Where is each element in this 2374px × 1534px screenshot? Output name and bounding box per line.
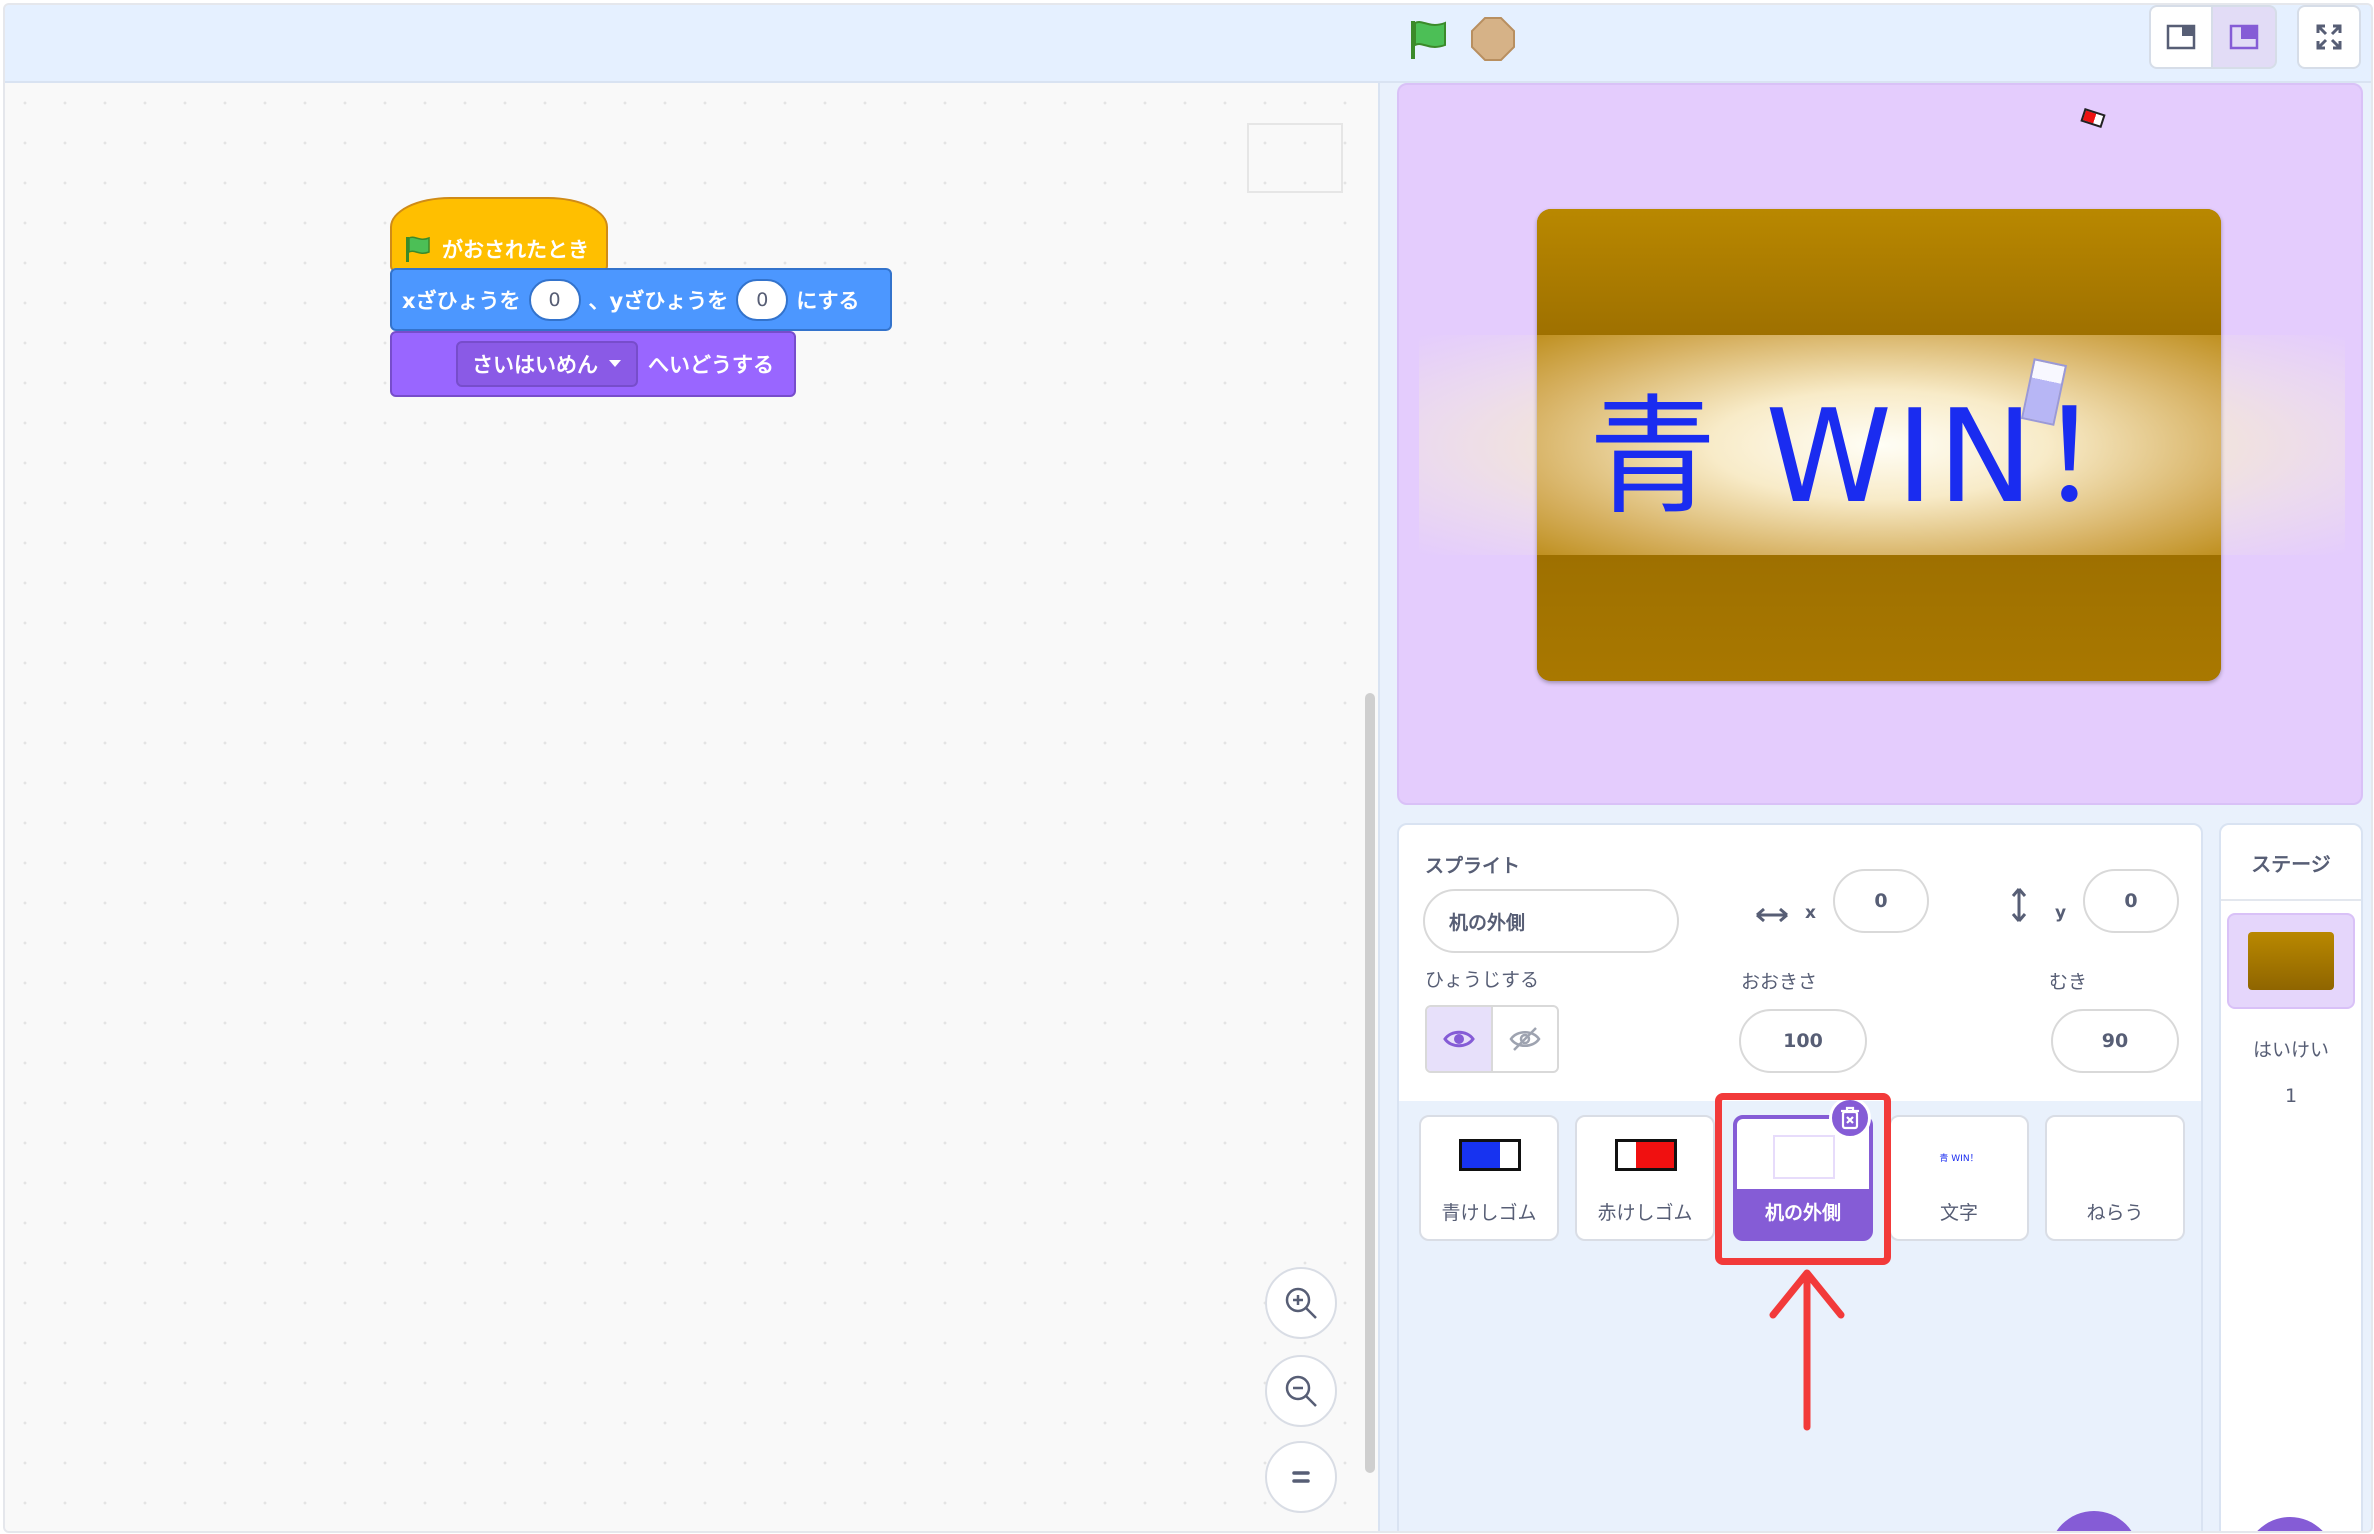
desk-top-edge: [1537, 209, 2221, 337]
stage-canvas[interactable]: 青 WIN！: [1397, 83, 2363, 805]
layer-dropdown[interactable]: さいはいめん: [456, 341, 638, 387]
top-bar: [5, 5, 2371, 83]
zoom-in-icon: [1285, 1287, 1317, 1319]
win-banner-text: 青 WIN！: [1588, 382, 2170, 532]
fullscreen-button[interactable]: [2297, 5, 2361, 69]
direction-field[interactable]: 90: [2051, 1009, 2179, 1073]
small-stage-button[interactable]: [2149, 5, 2213, 69]
desk-outer-thumbnail: [1773, 1135, 1835, 1179]
sprite-name: 机の外側: [1764, 1202, 1841, 1224]
backdrops-count: 1: [2284, 1085, 2298, 1107]
eye-hidden-icon: [1509, 1027, 1541, 1051]
size-label: おおきさ: [1741, 971, 1818, 993]
sprite-name: 青けしゴム: [1441, 1202, 1537, 1224]
red-eraser-thumbnail: [1615, 1139, 1677, 1171]
text-sprite-thumbnail: 青 WIN！: [1939, 1154, 1979, 1164]
chevron-down-icon: [609, 360, 621, 367]
workspace-scrollbar[interactable]: [1365, 693, 1375, 1473]
add-backdrop-button[interactable]: [2245, 1517, 2335, 1531]
normal-stage-icon: [2229, 24, 2259, 50]
zoom-out-icon: [1285, 1375, 1317, 1407]
zoom-out-button[interactable]: [1265, 1355, 1337, 1427]
desk-bottom-edge: [1537, 553, 2221, 681]
sprite-tile-aim[interactable]: ねらう: [2045, 1115, 2185, 1241]
x-coordinate-label: x: [1805, 903, 1816, 923]
equals-icon: [1292, 1471, 1310, 1483]
direction-label: むき: [2049, 971, 2088, 993]
fullscreen-icon: [2316, 24, 2342, 50]
sprite-info-panel: スプライト 机の外側 x 0 y 0 ひょうじする おおきさ 100 むき 90: [1397, 823, 2203, 1103]
stop-icon[interactable]: [1469, 15, 1517, 63]
show-label: ひょうじする: [1425, 969, 1540, 991]
y-label: 、yざひょうを: [588, 288, 729, 313]
x-coordinate-field[interactable]: 0: [1833, 869, 1929, 933]
trash-icon: [1841, 1106, 1859, 1130]
sprite-name: ねらう: [2086, 1202, 2144, 1224]
sprite-name: 文字: [1939, 1202, 1978, 1224]
y-coordinate-field[interactable]: 0: [2083, 869, 2179, 933]
go-to-front-layer-block[interactable]: さいはいめん へいどうする: [390, 331, 796, 397]
when-flag-clicked-block[interactable]: がおされたとき: [390, 197, 608, 272]
x-label: xざひょうを: [402, 288, 521, 313]
sprite-tile-blue-eraser[interactable]: 青けしゴム: [1419, 1115, 1559, 1241]
visibility-toggle: [1425, 1005, 1559, 1073]
green-flag-icon[interactable]: [1405, 17, 1451, 63]
sprite-tile-text[interactable]: 青 WIN！ 文字: [1889, 1115, 2029, 1241]
size-field[interactable]: 100: [1739, 1009, 1867, 1073]
eraser-sprite-small: [2080, 107, 2106, 129]
green-flag-icon: [406, 236, 430, 262]
delete-sprite-button[interactable]: [1829, 1097, 1871, 1139]
normal-stage-button[interactable]: [2213, 5, 2277, 69]
small-stage-icon: [2166, 24, 2196, 50]
stage-size-toggle: [2149, 5, 2277, 71]
motion-tail-label: にする: [796, 288, 860, 313]
x-input[interactable]: 0: [528, 278, 581, 321]
backdrops-label: はいけい: [2252, 1039, 2329, 1061]
code-workspace[interactable]: がおされたとき xざひょうを 0 、yざひょうを 0 にする さいはいめん へい…: [5, 83, 1380, 1531]
sprite-name: 赤けしゴム: [1597, 1202, 1693, 1224]
stage-panel-title: ステージ: [2221, 825, 2361, 901]
sprite-name-field[interactable]: 机の外側: [1423, 889, 1679, 953]
eye-icon: [1443, 1030, 1475, 1048]
workspace-sprite-preview: [1247, 123, 1343, 193]
red-arrow-annotation: [1769, 1269, 1845, 1431]
zoom-reset-button[interactable]: [1265, 1441, 1337, 1513]
go-to-xy-block[interactable]: xざひょうを 0 、yざひょうを 0 にする: [390, 268, 892, 331]
horizontal-arrows-icon: [1756, 907, 1788, 923]
sprite-section-label: スプライト: [1425, 855, 1521, 877]
vertical-arrows-icon: [2011, 888, 2027, 922]
y-input[interactable]: 0: [736, 278, 789, 321]
hat-block-label: がおされたとき: [442, 237, 589, 262]
hide-sprite-button[interactable]: [1493, 1007, 1557, 1071]
scratch-editor: がおされたとき xざひょうを 0 、yざひょうを 0 にする さいはいめん へい…: [3, 3, 2373, 1533]
looks-tail-label: へいどうする: [648, 353, 774, 377]
blue-eraser-thumbnail: [1459, 1139, 1521, 1171]
backdrop-thumbnail: [2248, 932, 2334, 990]
sprite-tile-red-eraser[interactable]: 赤けしゴム: [1575, 1115, 1715, 1241]
zoom-in-button[interactable]: [1265, 1267, 1337, 1339]
layer-dropdown-value: さいはいめん: [472, 353, 598, 377]
stage-thumbnail[interactable]: [2227, 913, 2355, 1009]
add-sprite-button[interactable]: [2049, 1511, 2139, 1531]
y-coordinate-label: y: [2055, 903, 2067, 923]
show-sprite-button[interactable]: [1427, 1007, 1493, 1071]
stage-target-panel: ステージ はいけい 1: [2219, 823, 2363, 1531]
